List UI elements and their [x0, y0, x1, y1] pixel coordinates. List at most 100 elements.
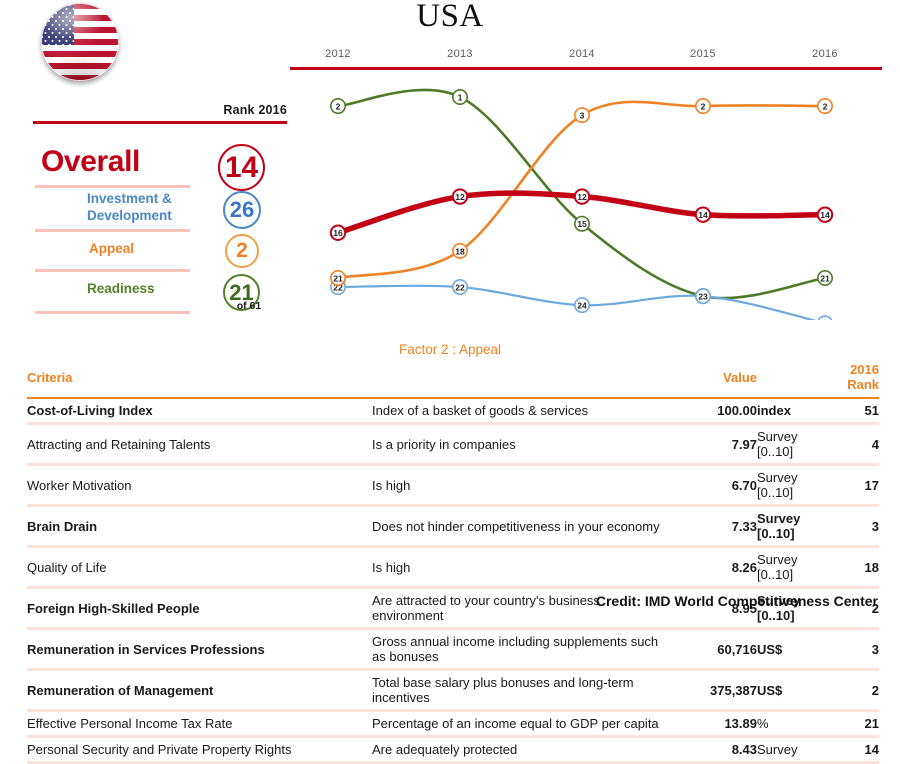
cell-criteria: Attracting and Retaining Talents	[27, 423, 372, 466]
column-header-criteria: Criteria	[27, 369, 73, 385]
cell-description: Is high	[372, 546, 672, 589]
chart-node-appeal-2016[interactable]: 2	[816, 98, 833, 115]
chart-node-appeal-2014[interactable]: 3	[573, 107, 590, 124]
svg-text:21: 21	[820, 273, 830, 283]
svg-text:2: 2	[701, 101, 706, 111]
cell-description: Percentage of an income equal to GDP per…	[372, 710, 672, 738]
credit-label: Credit: IMD World Competitiveness Center	[595, 593, 878, 609]
chart-node-readiness-2014[interactable]: 15	[573, 215, 590, 232]
cell-rank: 21	[832, 710, 879, 738]
column-header-description	[372, 362, 672, 398]
chart-node-appeal-2012[interactable]: 21	[329, 270, 346, 287]
rank-separator	[35, 269, 190, 272]
cell-description: Is high	[372, 464, 672, 507]
column-header-value: Value	[723, 369, 757, 385]
chart-node-overall-2013[interactable]: 12	[451, 188, 469, 205]
svg-text:16: 16	[333, 228, 343, 238]
cell-unit: Survey	[757, 736, 832, 764]
rank-badge-overall: 14	[218, 144, 265, 191]
flag-ring	[41, 3, 119, 81]
cell-description: Index of a basket of goods & services	[372, 398, 672, 425]
cell-unit: Survey [0..10]	[757, 546, 832, 589]
rank-trend-chart: 20122013201420152016 2115232122222423262…	[290, 44, 882, 320]
cell-rank: 4	[832, 423, 879, 466]
svg-text:18: 18	[455, 246, 465, 256]
table-row[interactable]: Personal Security and Private Property R…	[27, 736, 879, 764]
criteria-table-body: Cost-of-Living Index Index of a basket of…	[27, 398, 879, 764]
rank-panel-top-rule	[33, 121, 287, 124]
chart-node-investment-development-2013[interactable]: 22	[452, 279, 469, 296]
cell-rank: 51	[832, 398, 879, 425]
rank-total-countries-label: of 61	[236, 300, 262, 312]
cell-unit: %	[757, 710, 832, 738]
cell-criteria: Effective Personal Income Tax Rate	[27, 710, 372, 738]
chart-node-appeal-2013[interactable]: 18	[452, 242, 469, 259]
svg-text:2: 2	[823, 101, 828, 111]
table-row[interactable]: Remuneration of Management Total base sal…	[27, 669, 879, 712]
table-row[interactable]: Cost-of-Living Index Index of a basket of…	[27, 398, 879, 425]
cell-rank: 3	[832, 628, 879, 671]
rank-summary-panel: Rank 2016 Overall 14 Investment & Develo…	[33, 103, 287, 314]
chart-node-readiness-2012[interactable]: 2	[329, 98, 346, 115]
cell-value: 7.97	[672, 423, 757, 466]
cell-rank: 14	[832, 736, 879, 764]
cell-value: 8.43	[672, 736, 757, 764]
page-title: USA	[416, 0, 484, 34]
cell-criteria: Worker Motivation	[27, 464, 372, 507]
rank-label-readiness: Readiness	[87, 281, 155, 296]
rank-label-overall: Overall	[41, 145, 140, 178]
cell-description: Are adequately protected	[372, 736, 672, 764]
cell-unit: US$	[757, 628, 832, 671]
chart-node-investment-development-2015[interactable]: 23	[694, 288, 711, 305]
svg-text:15: 15	[577, 219, 587, 229]
cell-value: 100.00	[672, 398, 757, 425]
cell-criteria: Brain Drain	[27, 505, 372, 548]
table-row[interactable]: Brain Drain Does not hinder competitivene…	[27, 505, 879, 548]
chart-node-overall-2016[interactable]: 14	[816, 206, 834, 223]
rank-panel-header: Rank 2016	[33, 103, 287, 121]
cell-criteria: Personal Security and Private Property R…	[27, 736, 372, 764]
cell-description: Is a priority in companies	[372, 423, 672, 466]
cell-unit: US$	[757, 669, 832, 712]
table-row[interactable]: Quality of Life Is high 8.26 Survey [0..10]…	[27, 546, 879, 589]
rank-separator	[35, 185, 190, 188]
cell-description: Gross annual income including supplement…	[372, 628, 672, 671]
column-header-rank: 2016 Rank	[847, 362, 879, 392]
chart-node-readiness-2013[interactable]: 1	[452, 88, 469, 105]
table-row[interactable]: Effective Personal Income Tax Rate Percen…	[27, 710, 879, 738]
cell-rank: 2	[832, 669, 879, 712]
rank-year-label: Rank 2016	[223, 103, 287, 117]
table-row[interactable]: Worker Motivation Is high 6.70 Survey [0..1…	[27, 464, 879, 507]
chart-node-investment-development-2014[interactable]: 24	[573, 297, 590, 314]
svg-text:21: 21	[333, 273, 343, 283]
country-flag-badge	[41, 3, 119, 81]
table-row[interactable]: Remuneration in Services Professions Gros…	[27, 628, 879, 671]
cell-criteria: Cost-of-Living Index	[27, 398, 372, 425]
cell-value: 375,387	[672, 669, 757, 712]
chart-node-overall-2014[interactable]: 12	[573, 188, 591, 205]
svg-text:24: 24	[577, 301, 587, 311]
cell-criteria: Remuneration in Services Professions	[27, 628, 372, 671]
factor-section-title: Factor 2 : Appeal	[398, 342, 502, 357]
cell-rank: 18	[832, 546, 879, 589]
svg-text:2: 2	[336, 101, 341, 111]
cell-criteria: Quality of Life	[27, 546, 372, 589]
criteria-table-header-row: Criteria Value 2016 Rank	[27, 362, 879, 398]
chart-node-overall-2015[interactable]: 14	[694, 206, 712, 223]
table-row[interactable]: Attracting and Retaining Talents Is a pri…	[27, 423, 879, 466]
chart-node-overall-2012[interactable]: 16	[329, 224, 347, 241]
rank-separator	[35, 229, 190, 232]
svg-text:14: 14	[698, 210, 708, 220]
rank-badge-investment-development: 26	[223, 191, 261, 229]
cell-unit: Survey [0..10]	[757, 464, 832, 507]
rank-label-appeal: Appeal	[89, 241, 135, 256]
svg-text:22: 22	[455, 282, 465, 292]
chart-node-appeal-2015[interactable]: 2	[694, 98, 711, 115]
cell-unit: Survey [0..10]	[757, 505, 832, 548]
chart-node-readiness-2016[interactable]: 21	[816, 270, 833, 287]
chart-plot-svg: 21152321222224232621183221612121414	[329, 88, 834, 320]
cell-value: 6.70	[672, 464, 757, 507]
svg-text:3: 3	[580, 111, 585, 121]
cell-unit: Survey [0..10]	[757, 423, 832, 466]
chart-node-investment-development-2016[interactable]: 26	[817, 315, 833, 320]
